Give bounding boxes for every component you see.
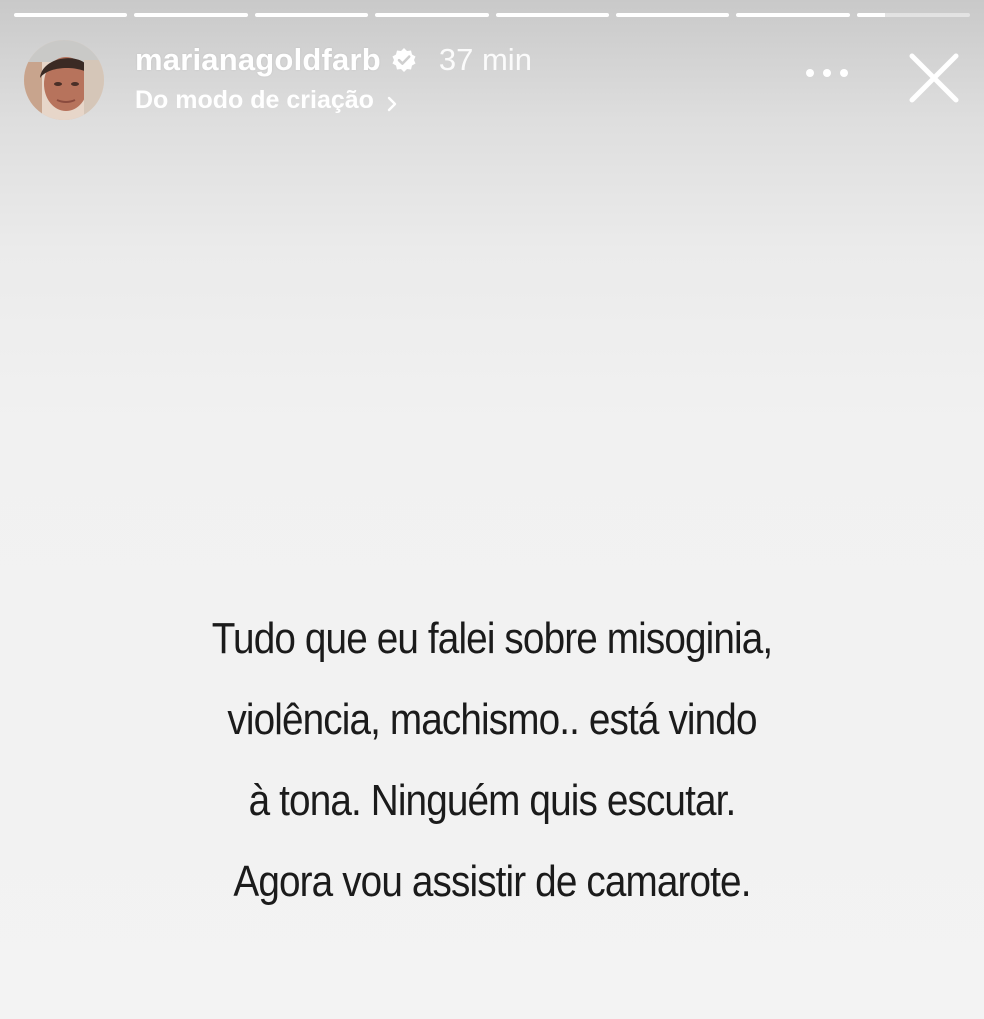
progress-segment xyxy=(254,13,369,17)
progress-segment xyxy=(736,13,850,17)
progress-fill xyxy=(134,13,248,17)
username[interactable]: marianagoldfarb xyxy=(135,42,381,78)
progress-segment xyxy=(615,13,730,17)
more-dot xyxy=(823,69,831,77)
user-line: marianagoldfarb 37 min xyxy=(135,40,532,80)
avatar-image xyxy=(24,40,104,120)
progress-fill xyxy=(856,13,885,17)
more-dot xyxy=(840,69,848,77)
story-header: marianagoldfarb 37 min Do modo de criaçã… xyxy=(24,38,960,122)
story-text-line: violência, machismo.. está vindo xyxy=(227,695,757,744)
creation-mode-link[interactable]: Do modo de criação xyxy=(135,83,398,117)
post-time: 37 min xyxy=(438,42,532,77)
story-text-line: à tona. Ninguém quis escutar. xyxy=(248,776,737,825)
progress-fill xyxy=(495,13,609,17)
close-icon[interactable] xyxy=(908,52,960,104)
avatar[interactable] xyxy=(24,40,104,120)
progress-segment xyxy=(14,13,128,17)
creation-mode-label: Do modo de criação xyxy=(135,85,374,114)
progress-segment xyxy=(134,13,248,17)
progress-fill xyxy=(375,13,489,17)
story-text-line: Agora vou assistir de camarote. xyxy=(233,857,751,906)
story-text-line: Tudo que eu falei sobre misoginia, xyxy=(211,614,773,663)
progress-fill xyxy=(736,13,850,17)
progress-fill xyxy=(14,13,128,17)
progress-segment xyxy=(495,13,609,17)
story-progress-bar xyxy=(14,13,970,18)
verified-badge-icon xyxy=(391,47,417,73)
progress-segment xyxy=(375,13,489,17)
story-text: Tudo que eu falei sobre misoginia, violê… xyxy=(129,598,854,922)
more-dot xyxy=(806,69,814,77)
progress-fill xyxy=(615,13,730,17)
progress-segment xyxy=(856,13,970,17)
chevron-right-icon xyxy=(386,91,398,112)
story-viewer[interactable]: marianagoldfarb 37 min Do modo de criaçã… xyxy=(0,0,984,1019)
more-options-icon[interactable] xyxy=(806,64,848,82)
progress-fill xyxy=(254,13,369,17)
